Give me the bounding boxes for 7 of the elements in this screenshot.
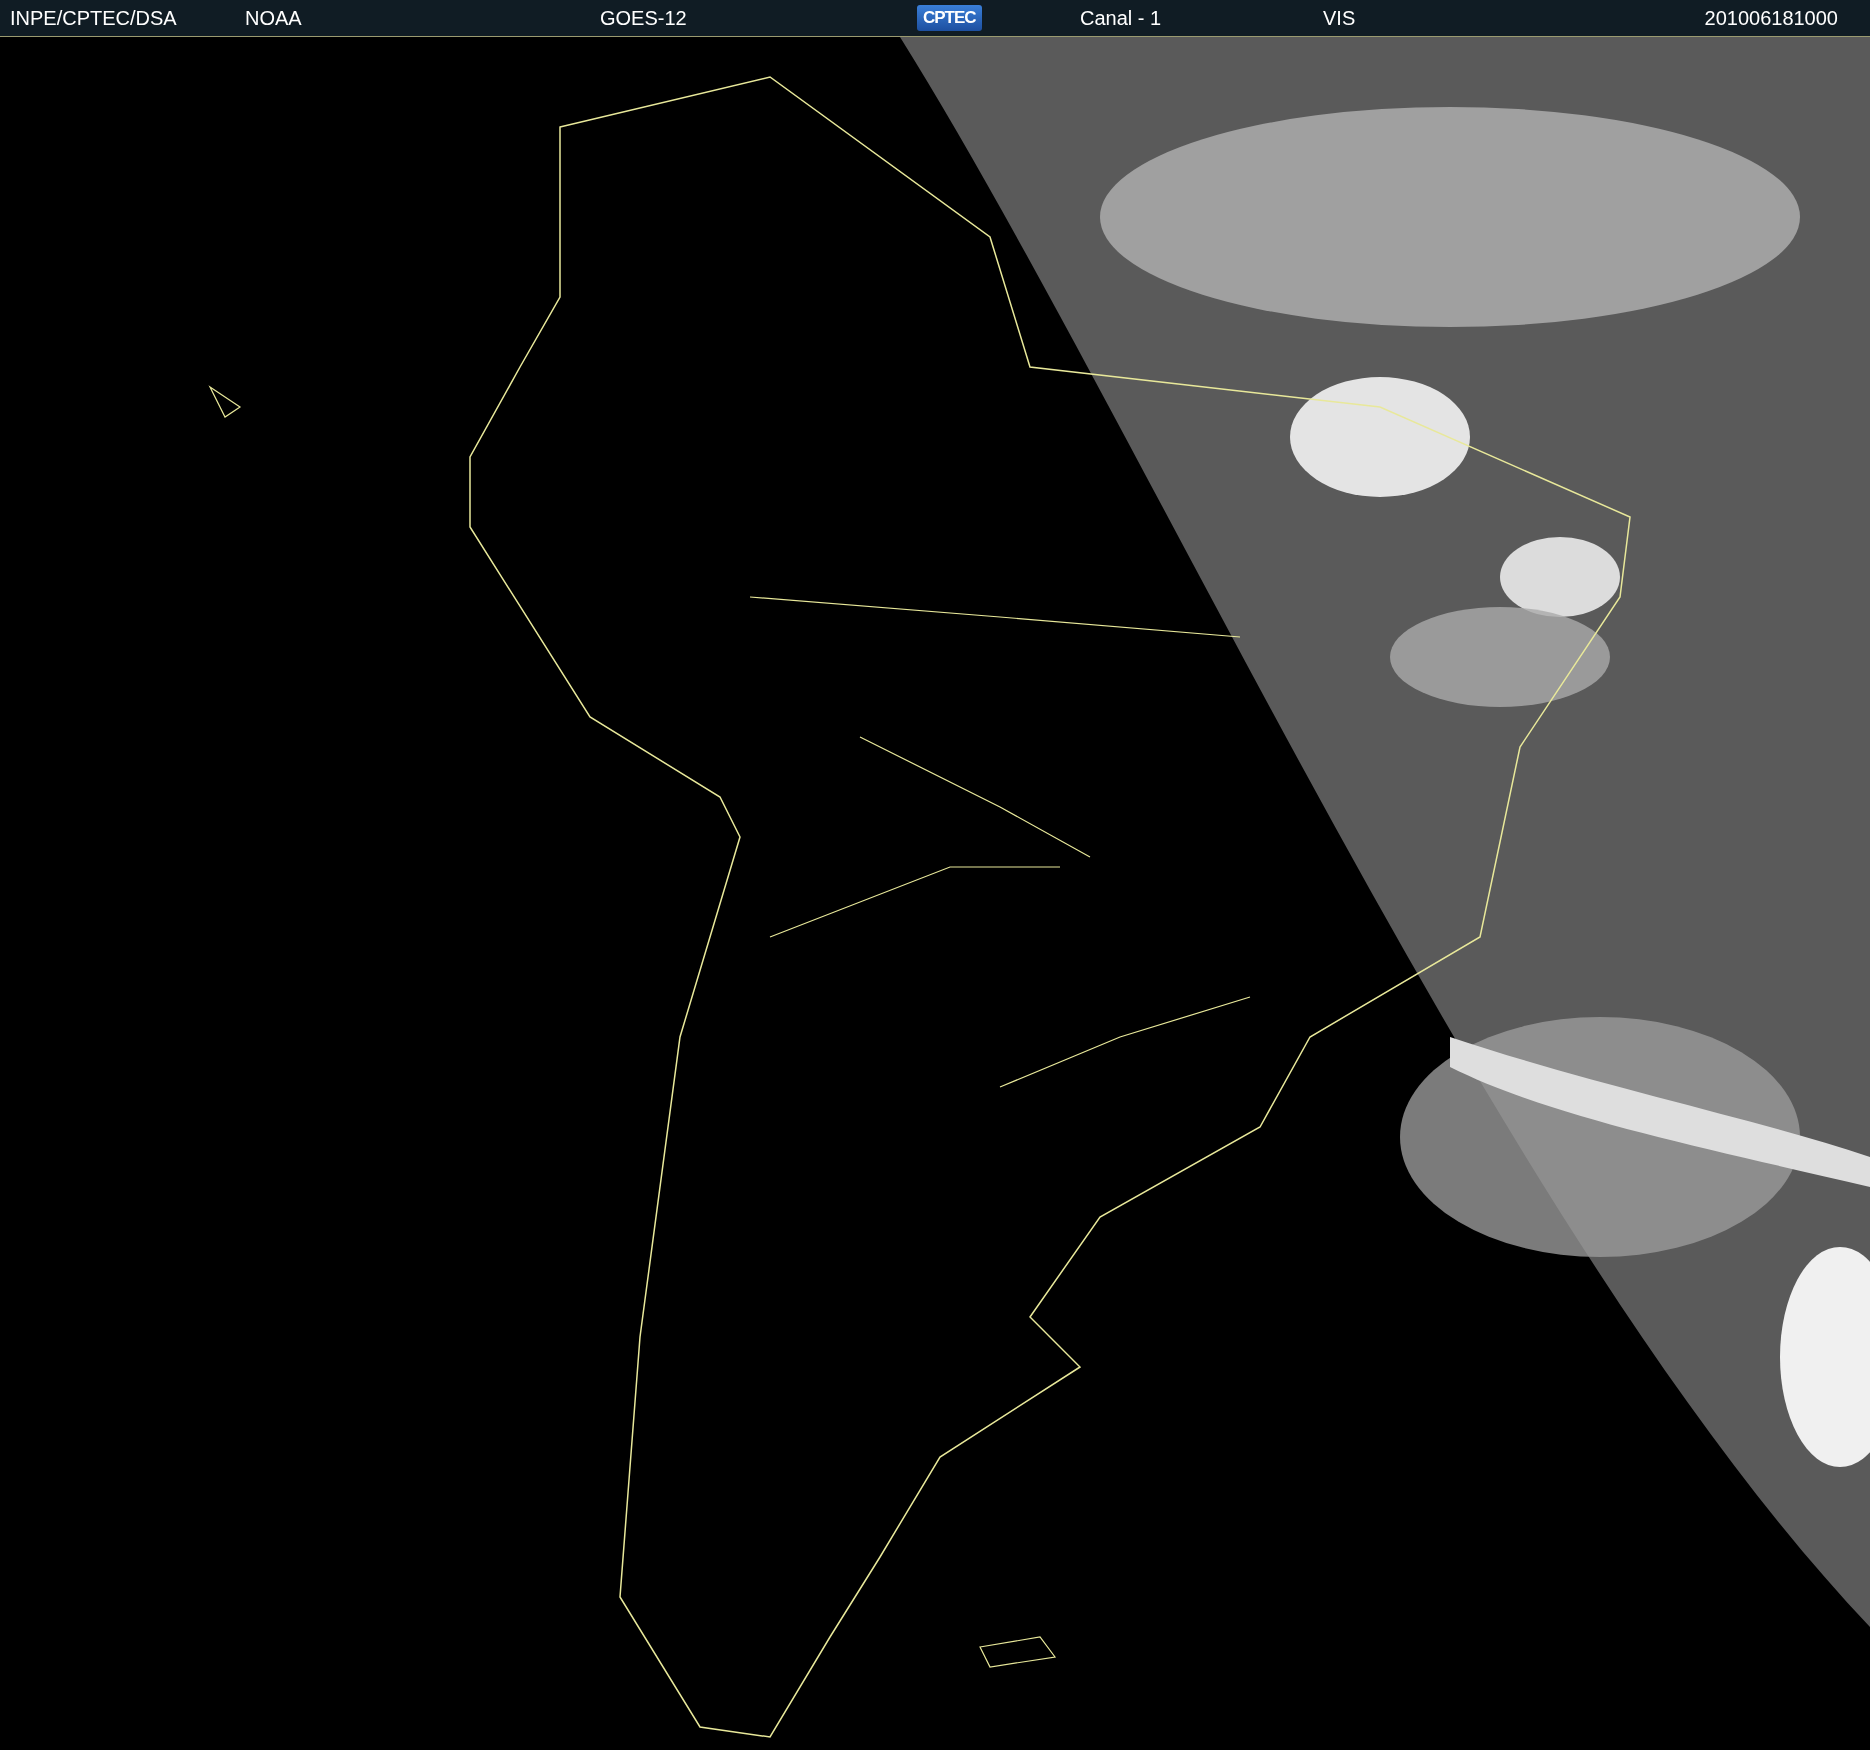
header-label: NOAA — [245, 6, 303, 30]
header-label: INPE/CPTEC/DSA — [10, 6, 178, 30]
channel-label: Canal - 1 — [1080, 6, 1163, 30]
logo: CPTEC — [917, 5, 982, 31]
header-label: GOES-12 — [600, 6, 688, 30]
timestamp: 201006181000 — [1704, 6, 1838, 30]
band-label: VIS — [1323, 6, 1357, 30]
